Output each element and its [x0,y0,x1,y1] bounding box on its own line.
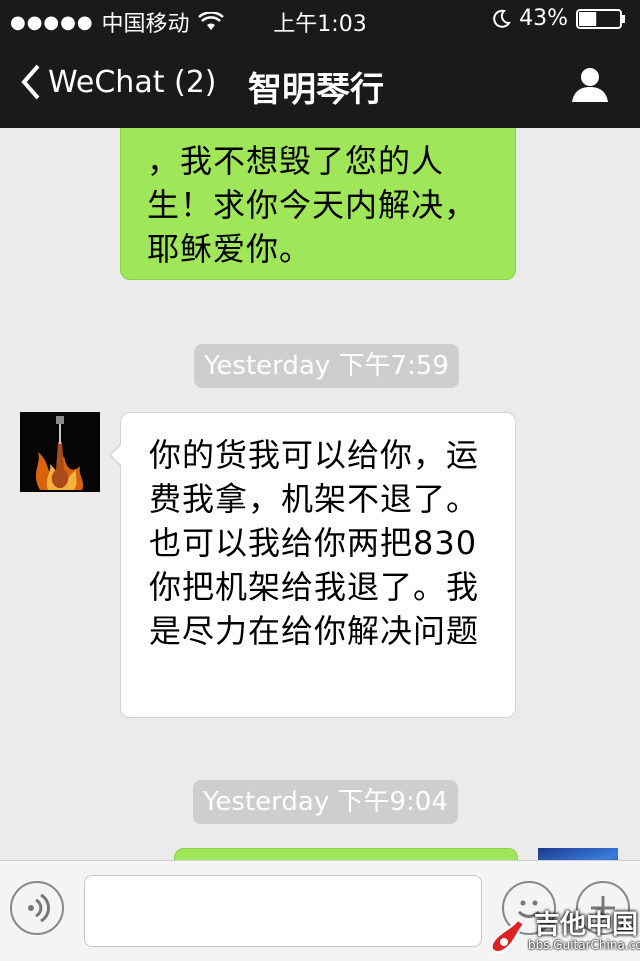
moon-icon [493,9,511,28]
navigation-bar: WeChat (2) 智明琴行 [0,40,640,128]
sent-message-bubble[interactable]: ，我不想毁了您的人生！求你今天内解决，耶稣爱你。 [120,128,516,280]
voice-button[interactable] [10,881,64,935]
received-message-bubble[interactable]: 你的货我可以给你，运费我拿，机架不退了。也可以我给你两把830你把机架给我退了。… [109,412,516,718]
sent-message-bubble[interactable] [174,848,518,860]
battery-percent: 43% [519,6,568,31]
chevron-left-icon [21,64,40,100]
profile-icon[interactable] [570,66,610,104]
watermark-url: bbs.GuitarChina.com [528,938,640,952]
back-label: WeChat (2) [48,64,217,100]
message-input[interactable] [84,875,482,947]
watermark-name: 吉他中国 [534,910,639,940]
guitar-flame-image [20,412,100,492]
chat-title: 智明琴行 [248,70,384,110]
back-button[interactable]: WeChat (2) [18,62,217,102]
message-timestamp: Yesterday 下午9:04 [193,780,458,824]
voice-icon [28,893,51,923]
contact-avatar[interactable] [20,412,100,492]
chat-history[interactable]: ，我不想毁了您的人生！求你今天内解决，耶稣爱你。 Yesterday 下午7:5… [0,128,640,860]
battery-icon [576,8,625,29]
user-avatar[interactable] [538,848,618,860]
message-timestamp: Yesterday 下午7:59 [194,344,459,388]
status-bar: ●●●●● 中国移动 上午1:03 43% [0,0,640,40]
